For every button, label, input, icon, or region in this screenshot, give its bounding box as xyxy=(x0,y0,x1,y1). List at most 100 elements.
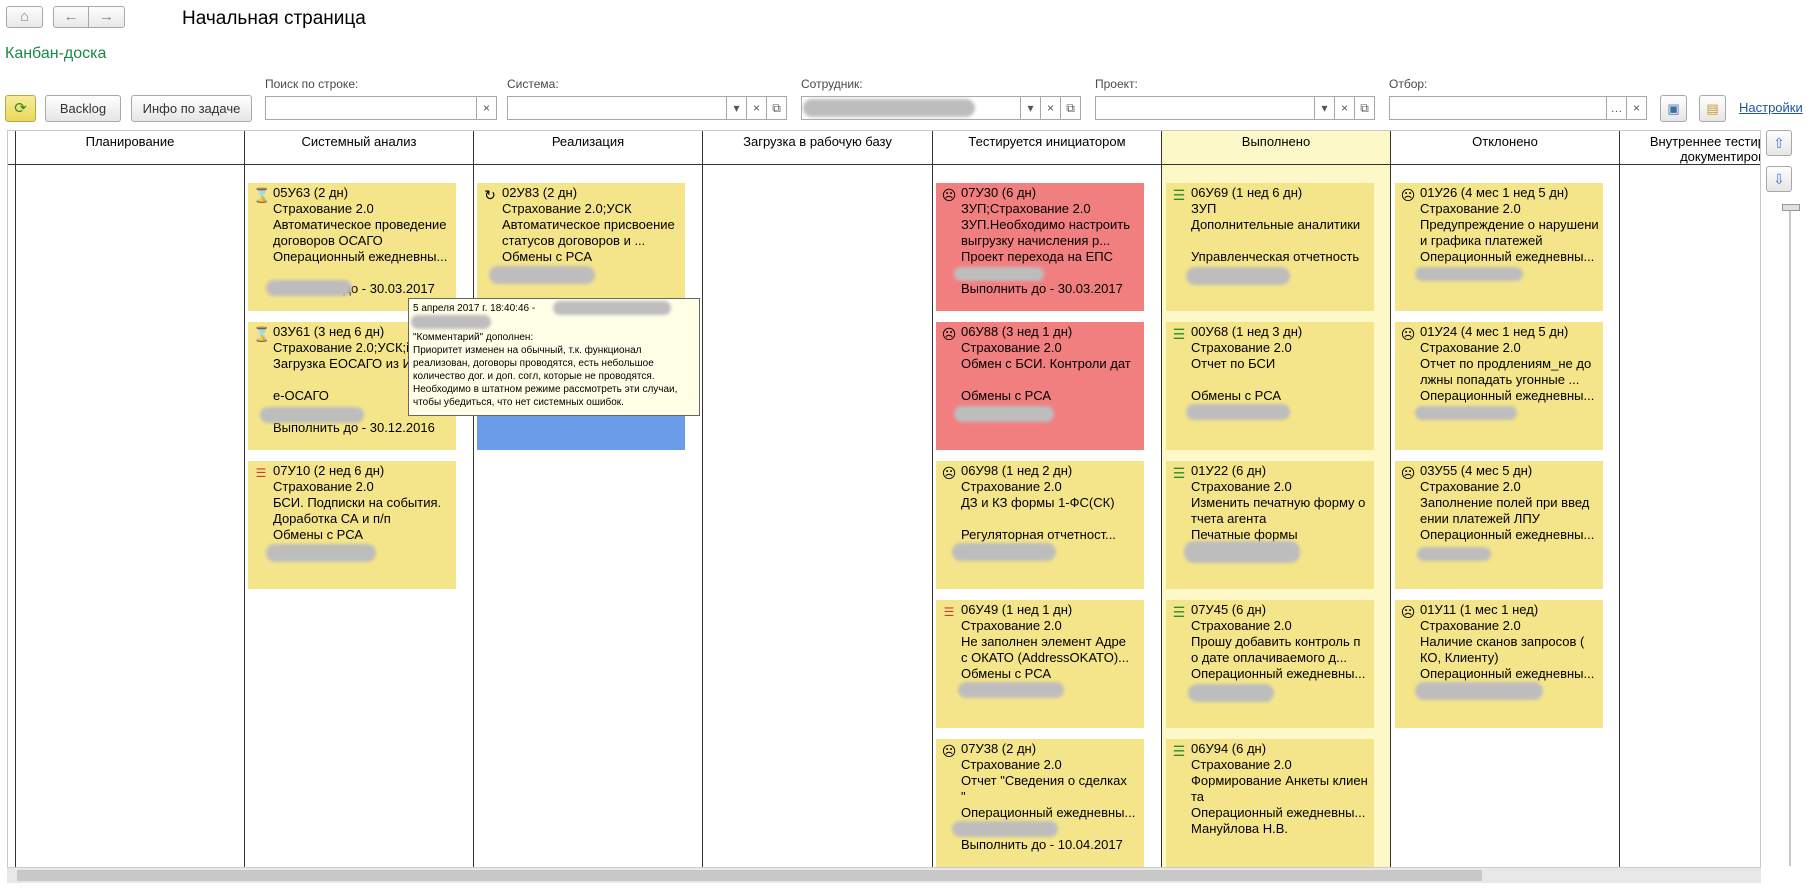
task-card[interactable]: ☹ 06У88 (3 нед 1 дн) Страхование 2.0 Обме… xyxy=(936,322,1144,450)
forward-button[interactable]: → xyxy=(88,6,125,28)
task-card[interactable]: ☹ 01У24 (4 мес 1 нед 5 дн) Страхование 2.… xyxy=(1395,322,1603,450)
employee-value-redacted xyxy=(803,99,975,117)
redacted xyxy=(954,406,1054,422)
face-icon: ☹ xyxy=(941,743,957,759)
project-dropdown-button[interactable]: ▾ xyxy=(1315,96,1335,120)
system-open-button[interactable]: ⧉ xyxy=(767,96,787,120)
task-card[interactable]: ☹ 01У26 (4 мес 1 нед 5 дн) Страхование 2.… xyxy=(1395,183,1603,311)
priority-normal-icon: ☰ xyxy=(1172,604,1186,620)
face-icon: ☹ xyxy=(1400,604,1416,620)
load-settings-button[interactable]: ▤ xyxy=(1699,95,1726,122)
task-card[interactable]: ☹ 06У98 (1 нед 2 дн) Страхование 2.0 ДЗ и… xyxy=(936,461,1144,589)
priority-normal-icon: ☰ xyxy=(1172,187,1186,203)
backlog-button[interactable]: Backlog xyxy=(45,95,121,122)
column-header: Системный анализ xyxy=(301,134,417,149)
face-icon: ☹ xyxy=(1400,326,1416,342)
settings-link[interactable]: Настройки xyxy=(1739,100,1803,115)
board-subtitle: Канбан-доска xyxy=(5,45,107,62)
task-card[interactable]: ☰ 00У68 (1 нед 3 дн) Страхование 2.0 Отче… xyxy=(1166,322,1374,450)
task-card[interactable]: ☹ 03У55 (4 мес 5 дн) Страхование 2.0 Запо… xyxy=(1395,461,1603,589)
refresh-button[interactable]: ⟳ xyxy=(5,95,36,122)
redacted xyxy=(1188,684,1274,702)
selection-field[interactable] xyxy=(1389,96,1607,120)
redacted xyxy=(1184,541,1300,563)
priority-low-icon: ☰ xyxy=(255,466,267,480)
vertical-scroll-handle[interactable] xyxy=(1782,204,1800,211)
back-button[interactable]: ← xyxy=(53,6,89,28)
priority-normal-icon: ☰ xyxy=(1172,465,1186,481)
redacted xyxy=(958,682,1064,698)
face-icon: ☹ xyxy=(1400,187,1416,203)
task-card[interactable]: ☰ 06У94 (6 дн) Страхование 2.0 Формирован… xyxy=(1166,739,1374,867)
project-label: Проект: xyxy=(1095,77,1138,91)
redacted xyxy=(1415,406,1517,420)
column-header: Отклонено xyxy=(1472,134,1538,149)
page-title: Начальная страница xyxy=(182,8,366,29)
folder-icon: ▤ xyxy=(1706,101,1719,116)
arrow-left-icon: ← xyxy=(63,8,79,25)
project-clear-button[interactable]: × xyxy=(1335,96,1355,120)
save-settings-button[interactable]: ▣ xyxy=(1660,95,1687,122)
hourglass-icon: ⌛ xyxy=(253,326,271,342)
column-header: Загрузка в рабочую базу xyxy=(743,134,892,149)
redacted xyxy=(1417,547,1491,561)
home-button[interactable]: ⌂ xyxy=(6,6,43,28)
face-icon: ☹ xyxy=(941,326,957,342)
employee-dropdown-button[interactable]: ▾ xyxy=(1021,96,1041,120)
redacted xyxy=(489,266,595,284)
task-card[interactable]: ☰ 06У49 (1 нед 1 дн) Страхование 2.0 Не з… xyxy=(936,600,1144,728)
task-card[interactable]: ↻ 02У83 (2 дн) Страхование 2.0;УСК Автома… xyxy=(477,183,685,311)
refresh-icon: ↻ xyxy=(484,187,496,203)
arrow-right-icon: → xyxy=(99,8,114,25)
project-open-button[interactable]: ⧉ xyxy=(1355,96,1375,120)
redacted xyxy=(1186,267,1290,285)
redacted xyxy=(411,315,491,329)
selection-label: Отбор: xyxy=(1389,77,1428,91)
priority-low-icon: ☰ xyxy=(943,605,955,619)
horizontal-scroll-thumb[interactable] xyxy=(17,870,1482,881)
comment-tooltip: 5 апреля 2017 г. 18:40:46 - "Комментарий… xyxy=(408,298,700,416)
task-card[interactable]: ☹ 01У11 (1 мес 1 нед) Страхование 2.0 Нал… xyxy=(1395,600,1603,728)
system-dropdown-button[interactable]: ▾ xyxy=(727,96,747,120)
employee-open-button[interactable]: ⧉ xyxy=(1061,96,1081,120)
system-field[interactable] xyxy=(507,96,727,120)
task-card[interactable]: ☰ 07У45 (6 дн) Страхование 2.0 Прошу доба… xyxy=(1166,600,1374,728)
move-down-button[interactable]: ⇩ xyxy=(1766,166,1792,192)
selection-choose-button[interactable]: … xyxy=(1607,96,1627,120)
search-clear-button[interactable]: × xyxy=(477,96,497,120)
refresh-icon: ⟳ xyxy=(14,100,27,117)
redacted xyxy=(952,543,1056,561)
task-card[interactable]: ☹ 07У38 (2 дн) Страхование 2.0 Отчет "Све… xyxy=(936,739,1144,867)
task-card[interactable]: ☰ 07У10 (2 нед 6 дн) Страхование 2.0 БСИ.… xyxy=(248,461,456,589)
priority-normal-icon: ☰ xyxy=(1172,743,1186,759)
search-input[interactable] xyxy=(265,96,477,120)
vertical-scroll-track[interactable] xyxy=(1789,206,1791,866)
employee-label: Сотрудник: xyxy=(801,77,863,91)
project-field[interactable] xyxy=(1095,96,1315,120)
employee-clear-button[interactable]: × xyxy=(1041,96,1061,120)
task-card[interactable]: ☹ 07У30 (6 дн) ЗУП;Страхование 2.0 ЗУП.Не… xyxy=(936,183,1144,311)
redacted xyxy=(553,301,671,315)
column-header: Внутреннее тестир документиров xyxy=(1649,134,1761,164)
task-card[interactable]: ☰ 01У22 (6 дн) Страхование 2.0 Изменить п… xyxy=(1166,461,1374,589)
redacted xyxy=(1415,267,1523,281)
column-header: Тестируется инициатором xyxy=(968,134,1126,149)
redacted xyxy=(260,407,364,423)
kanban-board: Выполнено Планирование Системный анализ … xyxy=(7,130,1761,870)
face-icon: ☹ xyxy=(941,187,957,203)
selection-clear-button[interactable]: × xyxy=(1627,96,1647,120)
redacted xyxy=(1186,404,1290,420)
move-up-button[interactable]: ⇧ xyxy=(1766,130,1792,156)
task-info-button[interactable]: Инфо по задаче xyxy=(131,95,252,122)
redacted xyxy=(954,267,1044,281)
priority-normal-icon: ☰ xyxy=(1172,326,1186,342)
task-card[interactable]: ☰ 06У69 (1 нед 6 дн) ЗУП Дополнительные а… xyxy=(1166,183,1374,311)
redacted xyxy=(952,821,1058,837)
hourglass-icon: ⌛ xyxy=(253,187,271,203)
task-card[interactable]: ⌛ 05У63 (2 дн) Страхование 2.0 Автоматиче… xyxy=(248,183,456,311)
system-clear-button[interactable]: × xyxy=(747,96,767,120)
horizontal-scrollbar[interactable] xyxy=(7,867,1761,883)
column-header: Планирование xyxy=(85,134,175,149)
arrow-up-icon: ⇧ xyxy=(1773,135,1785,151)
column-header: Реализация xyxy=(551,134,625,149)
